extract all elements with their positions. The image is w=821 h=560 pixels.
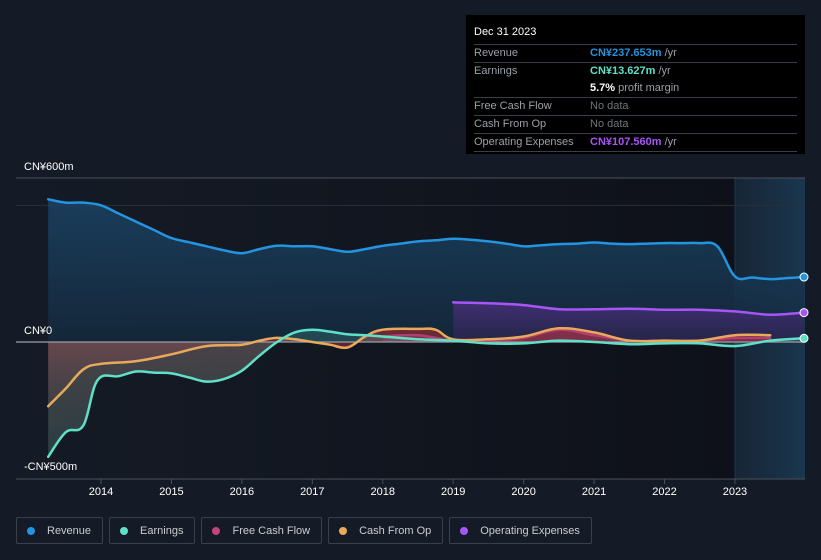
tooltip-value: CN¥237.653m	[590, 47, 662, 59]
tooltip-row-revenue: Revenue CN¥237.653m /yr	[474, 45, 797, 63]
tooltip-value: 5.7%	[590, 82, 616, 94]
tooltip-key	[474, 80, 590, 97]
legend-label: Operating Expenses	[480, 524, 580, 537]
legend-item-operating-expenses[interactable]: Operating Expenses	[449, 517, 592, 544]
tooltip-value: CN¥13.627m	[590, 65, 656, 77]
legend-item-revenue[interactable]: Revenue	[16, 517, 104, 544]
tooltip-key: Operating Expenses	[474, 136, 574, 148]
x-tick-label: 2015	[159, 486, 183, 498]
tooltip-unit: profit margin	[615, 82, 680, 94]
legend-item-free-cash-flow[interactable]: Free Cash Flow	[201, 517, 323, 544]
tooltip-panel: Dec 31 2023 Revenue CN¥237.653m /yr Earn…	[466, 15, 805, 154]
tooltip-row-cfo: Cash From Op No data	[474, 116, 797, 134]
tooltip-unit: /yr	[655, 65, 671, 77]
x-tick-label: 2022	[652, 486, 676, 498]
tooltip-row-fcf: Free Cash Flow No data	[474, 98, 797, 116]
tooltip-row-margin: 5.7% profit margin	[474, 80, 797, 98]
tooltip-value: No data	[590, 118, 629, 130]
operating-expenses-dot-icon	[460, 526, 469, 535]
earnings-endpoint	[799, 333, 809, 343]
legend-label: Free Cash Flow	[232, 524, 311, 537]
y-label-600: CN¥600m	[24, 161, 74, 173]
x-tick-label: 2019	[441, 486, 465, 498]
tooltip-value: No data	[590, 100, 629, 112]
tooltip-key: Cash From Op	[474, 118, 547, 130]
x-tick-label: 2023	[723, 486, 747, 498]
x-tick-label: 2021	[582, 486, 606, 498]
x-tick-label: 2018	[371, 486, 395, 498]
x-tick-label: 2020	[511, 486, 535, 498]
legend: Revenue Earnings Free Cash Flow Cash Fro…	[16, 517, 592, 544]
tooltip-row-earnings: Earnings CN¥13.627m /yr	[474, 63, 797, 80]
tooltip-unit: /yr	[661, 47, 677, 59]
legend-item-cash-from-op[interactable]: Cash From Op	[328, 517, 444, 544]
cash-from-op-dot-icon	[339, 526, 348, 535]
legend-label: Cash From Op	[359, 524, 432, 537]
revenue-endpoint	[799, 272, 809, 282]
operating-expenses-endpoint	[799, 308, 809, 318]
y-label-neg500: -CN¥500m	[24, 461, 77, 473]
tooltip-key: Revenue	[474, 47, 519, 59]
legend-label: Earnings	[140, 524, 184, 537]
legend-label: Revenue	[47, 524, 92, 537]
tooltip-value: CN¥107.560m	[590, 136, 662, 148]
legend-item-earnings[interactable]: Earnings	[109, 517, 196, 544]
x-tick-label: 2014	[89, 486, 113, 498]
earnings-dot-icon	[120, 526, 129, 535]
x-tick-label: 2016	[230, 486, 254, 498]
free-cash-flow-dot-icon	[212, 526, 221, 535]
tooltip-key: Free Cash Flow	[474, 100, 552, 112]
tooltip-date: Dec 31 2023	[474, 23, 797, 45]
tooltip-row-opex: Operating Expenses CN¥107.560m /yr	[474, 134, 797, 152]
tooltip-unit: /yr	[661, 136, 677, 148]
revenue-dot-icon	[27, 526, 35, 535]
x-tick-label: 2017	[300, 486, 324, 498]
y-label-0: CN¥0	[24, 325, 52, 337]
tooltip-key: Earnings	[474, 65, 518, 77]
